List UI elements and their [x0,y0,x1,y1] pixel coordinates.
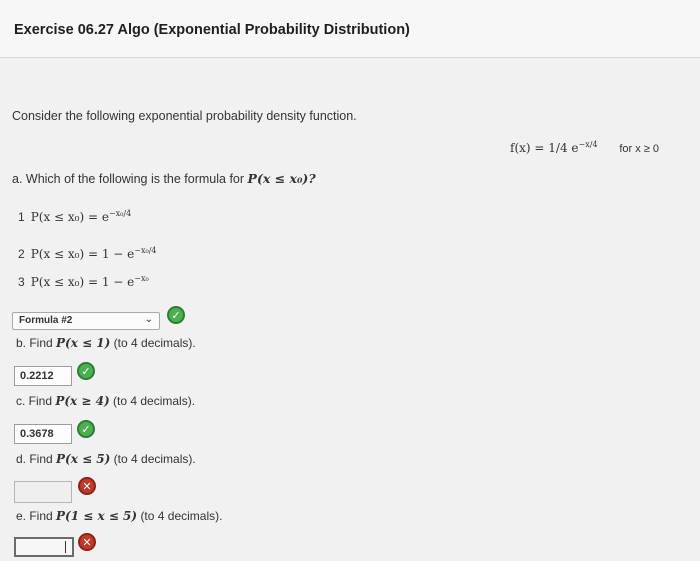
option-number: 3 [18,275,25,289]
part-b-prefix: b. Find [16,336,53,350]
part-c-math: P(x ≥ 4) [55,394,110,408]
part-c-question: c. Find P(x ≥ 4) (to 4 decimals). [16,394,195,408]
prompt-text: Consider the following exponential proba… [12,109,357,123]
part-c-answer-field[interactable]: 0.3678 [14,424,72,444]
part-d-answer-field[interactable] [14,481,72,503]
density-coef: 1/4 [548,141,568,155]
part-e-answer-field[interactable] [14,537,74,557]
density-exponent: −x/4 [578,140,598,149]
part-e-question: e. Find P(1 ≤ x ≤ 5) (to 4 decimals). [16,509,222,523]
part-e-suffix: (to 4 decimals). [140,509,223,523]
density-condition: for x ≥ 0 [619,143,660,155]
part-d-question: d. Find P(x ≤ 5) (to 4 decimals). [16,452,196,466]
density-base: e [571,141,579,155]
formula-select[interactable]: Formula #2 ⌄ [12,312,160,330]
part-b-suffix: (to 4 decimals). [113,336,196,350]
option-number: 2 [18,247,25,261]
formula-option-3: 3 P(x ≤ x₀) = 1 − e−x₀ [18,274,149,289]
check-icon: ✓ [77,420,95,438]
part-a-question: a. Which of the following is the formula… [12,171,316,186]
part-d-prefix: d. Find [16,452,53,466]
density-function: f(x) = 1/4 e−x/4 for x ≥ 0 [510,140,659,155]
header: Exercise 06.27 Algo (Exponential Probabi… [0,0,700,58]
part-b-answer-field[interactable]: 0.2212 [14,366,72,386]
option-exponent: −x₀/4 [134,246,157,255]
cross-icon: ✕ [78,477,96,495]
option-exponent: −x₀/4 [108,209,132,218]
formula-option-2: 2 P(x ≤ x₀) = 1 − e−x₀/4 [18,246,156,261]
text-caret [65,541,66,553]
part-e-math: P(1 ≤ x ≤ 5) [56,509,138,523]
part-b-question: b. Find P(x ≤ 1) (to 4 decimals). [16,336,196,350]
chevron-down-icon: ⌄ [144,314,153,325]
part-c-suffix: (to 4 decimals). [113,394,196,408]
formula-select-value: Formula #2 [19,315,73,326]
part-c-prefix: c. Find [16,394,53,408]
part-e-prefix: e. Find [16,509,53,523]
part-d-suffix: (to 4 decimals). [113,452,196,466]
option-formula: P(x ≤ x₀) = 1 − e [30,247,135,261]
option-formula: P(x ≤ x₀) = e [30,210,109,224]
cross-icon: ✕ [78,533,96,551]
page-title: Exercise 06.27 Algo (Exponential Probabi… [14,22,410,38]
option-number: 1 [18,210,25,224]
check-icon: ✓ [167,306,185,324]
page: Exercise 06.27 Algo (Exponential Probabi… [0,0,700,561]
part-a-math: P(x ≤ x₀)? [247,171,316,186]
formula-option-1: 1 P(x ≤ x₀) = e−x₀/4 [18,209,131,224]
part-a-prefix: a. Which of the following is the formula… [12,172,245,186]
option-formula: P(x ≤ x₀) = 1 − e [30,275,135,289]
density-lhs: f(x) = [510,141,545,155]
part-d-math: P(x ≤ 5) [56,452,111,466]
part-b-math: P(x ≤ 1) [56,336,111,350]
check-icon: ✓ [77,362,95,380]
option-exponent: −x₀ [134,274,149,283]
